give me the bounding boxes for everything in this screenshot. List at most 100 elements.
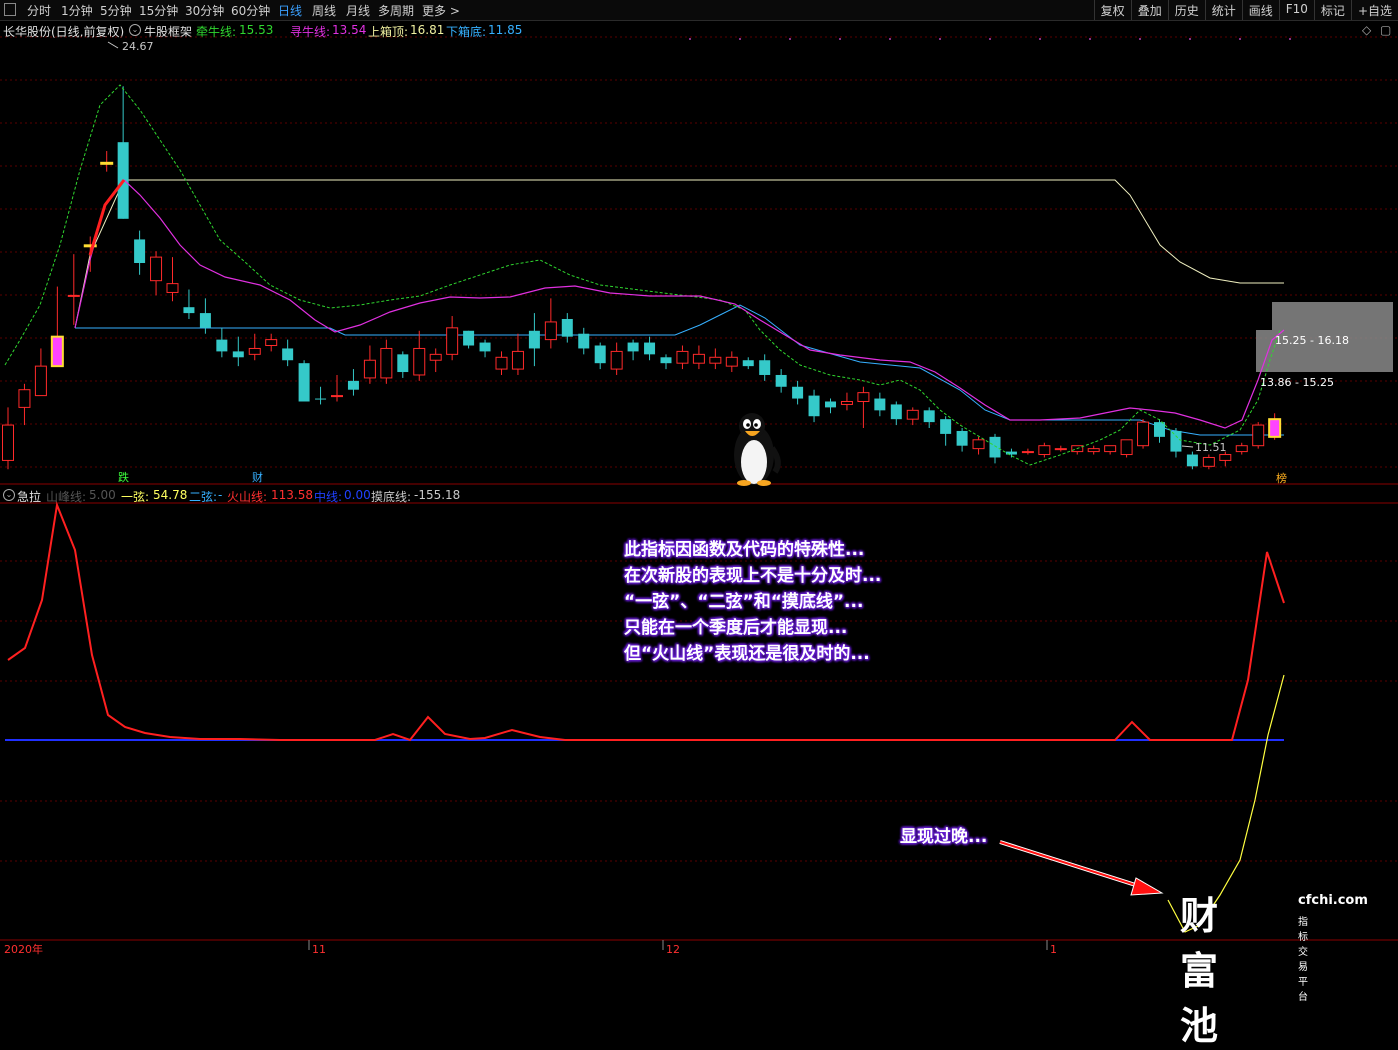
- period-tab-60min[interactable]: 60分钟: [231, 2, 270, 19]
- candle-body: [610, 350, 623, 370]
- candle: [67, 254, 80, 325]
- candle-body: [347, 380, 359, 390]
- candle-body: [1202, 456, 1215, 467]
- candle: [923, 407, 935, 429]
- period-tab-weekly[interactable]: 周线: [312, 2, 336, 19]
- indicator-name[interactable]: 牛股框架: [144, 23, 192, 40]
- candle: [972, 436, 985, 455]
- penguin-mascot: [734, 413, 781, 486]
- candle-body: [511, 350, 524, 370]
- candle: [742, 357, 754, 370]
- candle-body: [1104, 445, 1117, 453]
- modi-value: -155.18: [414, 488, 461, 502]
- candle: [610, 342, 623, 375]
- period-toolbar: 分时 1分钟 5分钟 15分钟 30分钟 60分钟 日线 周线 月线 多周期 更…: [0, 0, 1398, 21]
- candle-body: [315, 398, 327, 400]
- panel-toggle-icon[interactable]: [4, 3, 16, 16]
- upper-box-line: [74, 179, 1284, 329]
- candle-body: [1005, 451, 1017, 455]
- candle-body: [1087, 448, 1100, 453]
- candle: [248, 333, 261, 361]
- event-mark-cai[interactable]: 财: [252, 470, 263, 484]
- candle: [709, 348, 722, 370]
- candle: [1120, 439, 1133, 458]
- lower-box-label: 下箱底:: [446, 25, 487, 39]
- candle: [759, 354, 771, 381]
- candle: [890, 401, 902, 426]
- period-tab-more[interactable]: 更多 >: [422, 2, 460, 19]
- candle: [906, 407, 919, 426]
- candle-body: [956, 430, 968, 446]
- xaxis-label-nov: 11: [312, 943, 326, 956]
- candle-body: [808, 395, 820, 417]
- candle-body: [792, 386, 804, 399]
- period-tab-1min[interactable]: 1分钟: [61, 2, 93, 19]
- period-tab-monthly[interactable]: 月线: [346, 2, 370, 19]
- candle-body: [1054, 448, 1067, 451]
- candle-body: [923, 410, 935, 423]
- sub-indicator-status-bar: ⌄ 急拉 山峰线: 5.00 一弦: 54.78 二弦: - 火山线: 113.…: [0, 486, 1398, 505]
- candle-body: [463, 330, 475, 346]
- candle-body: [709, 356, 722, 364]
- period-tab-daily[interactable]: 日线: [278, 2, 302, 19]
- period-tab-5min[interactable]: 5分钟: [100, 2, 132, 19]
- history-button[interactable]: 历史: [1167, 0, 1205, 20]
- late-arrow: [999, 840, 1164, 896]
- watermark-url: cfchi.com: [1298, 893, 1368, 908]
- mark-button[interactable]: 标记: [1313, 0, 1351, 20]
- candle-body: [363, 359, 376, 379]
- kline-chart-area[interactable]: 24.67 11.51 15.25 - 16.18 13.86 - 15.25 …: [0, 0, 1398, 957]
- xaxis-label-2020: 2020年: [4, 942, 43, 956]
- restore-rights-button[interactable]: 复权: [1093, 0, 1131, 20]
- period-tab-15min[interactable]: 15分钟: [139, 2, 178, 19]
- high-price-label: 24.67: [122, 40, 154, 53]
- sub-indicator-settings-icon[interactable]: ⌄: [3, 489, 15, 501]
- f10-button[interactable]: F10: [1278, 0, 1314, 20]
- candle-body: [1235, 445, 1248, 453]
- candle: [660, 354, 672, 370]
- period-tab-minute[interactable]: 分时: [27, 2, 51, 19]
- period-tab-multi[interactable]: 多周期: [378, 2, 414, 19]
- candle: [874, 392, 886, 417]
- candle: [413, 330, 426, 381]
- candle-body: [1137, 421, 1150, 447]
- candle-body: [50, 335, 64, 368]
- huoshan-value: 113.58: [271, 488, 313, 502]
- draw-line-button[interactable]: 画线: [1241, 0, 1279, 20]
- candle-body: [298, 363, 310, 402]
- candle-body: [775, 374, 787, 387]
- add-watchlist-button[interactable]: +自选: [1350, 0, 1398, 20]
- sub-indicator-name[interactable]: 急拉: [17, 488, 41, 505]
- candle-body: [479, 342, 491, 352]
- candle-body: [495, 356, 508, 370]
- indicator-settings-icon[interactable]: ⌄: [129, 24, 141, 36]
- event-mark-bang[interactable]: 榜: [1276, 471, 1287, 485]
- period-tab-30min[interactable]: 30分钟: [185, 2, 224, 19]
- candle: [1202, 454, 1215, 470]
- candle: [511, 333, 524, 375]
- shanfeng-value: 5.00: [89, 488, 116, 502]
- candle-body: [906, 409, 919, 420]
- candle-body: [18, 389, 31, 408]
- candle: [1154, 419, 1165, 443]
- candle: [692, 345, 705, 370]
- candle: [446, 316, 459, 361]
- statistics-button[interactable]: 统计: [1204, 0, 1242, 20]
- expand-icon[interactable]: ◇: [1362, 23, 1371, 37]
- candle: [117, 86, 129, 219]
- candle: [463, 330, 475, 349]
- candle-body: [232, 351, 244, 358]
- candle: [166, 257, 179, 302]
- close-icon[interactable]: ▢: [1380, 23, 1391, 37]
- lower-price-zone: [1256, 330, 1393, 372]
- annotation-line-2: 在次新股的表现上不是十分及时...: [624, 566, 882, 586]
- xaxis-label-dec: 12: [666, 943, 680, 956]
- candle: [1071, 445, 1084, 455]
- annotation-line-1: 此指标因函数及代码的特殊性...: [624, 540, 865, 560]
- candle-body: [1219, 454, 1232, 461]
- event-mark-die[interactable]: 跌: [118, 470, 129, 484]
- indicator-lines: [4, 84, 1285, 466]
- overlay-button[interactable]: 叠加: [1130, 0, 1168, 20]
- candle: [1087, 445, 1100, 455]
- candle: [232, 336, 244, 367]
